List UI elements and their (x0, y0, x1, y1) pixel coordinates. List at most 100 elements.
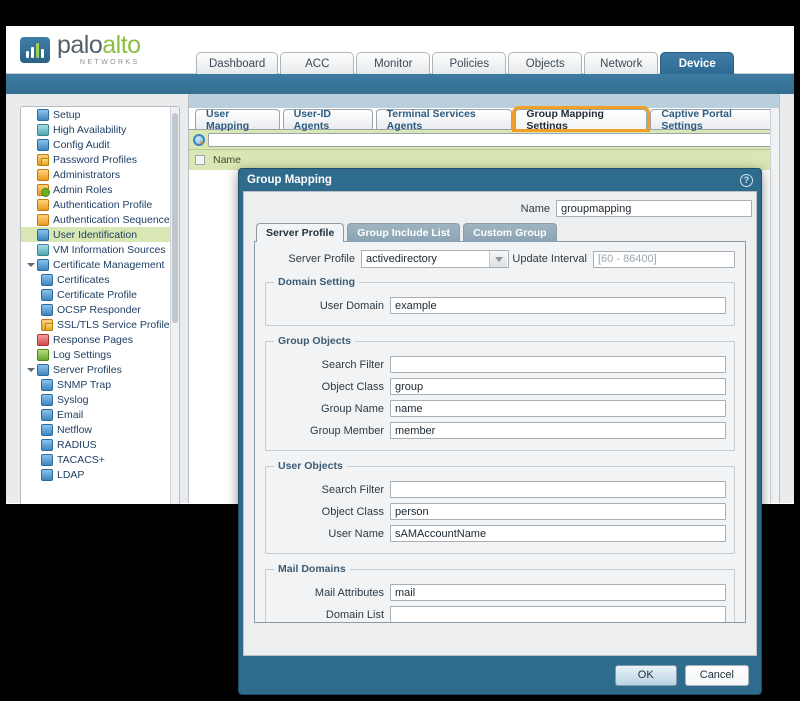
sidebar-item-certificates[interactable]: Certificates (21, 272, 179, 287)
certificate-icon (41, 273, 53, 286)
snmp-trap-icon (41, 378, 53, 391)
search-input[interactable] (208, 132, 775, 147)
sidebar-item-email[interactable]: Email (21, 407, 179, 422)
sidebar-item-label: Response Pages (53, 333, 133, 346)
sidebar-item-label: Setup (53, 108, 81, 121)
chevron-down-icon[interactable] (489, 251, 507, 267)
dialog-tab-server-profile[interactable]: Server Profile (256, 223, 345, 242)
sidebar-scrollbar-thumb[interactable] (172, 113, 178, 323)
sidebar-item-label: Authentication Sequence (53, 213, 170, 226)
sidebar-item-response-pages[interactable]: Response Pages (21, 332, 179, 347)
select-all-checkbox[interactable] (195, 155, 205, 165)
sidebar-item-config-audit[interactable]: Config Audit (21, 137, 179, 152)
sidebar-item-netflow[interactable]: Netflow (21, 422, 179, 437)
field-input-user-name[interactable]: sAMAccountName (390, 525, 726, 542)
config-audit-icon (37, 138, 49, 151)
help-icon[interactable]: ? (740, 173, 753, 187)
main-tab-policies[interactable]: Policies (432, 52, 507, 74)
chevron-down-icon[interactable] (27, 260, 36, 269)
main-tab-dashboard[interactable]: Dashboard (196, 52, 279, 74)
sidebar-item-ldap[interactable]: LDAP (21, 467, 179, 482)
sidebar-item-ssl-tls-service-profile[interactable]: SSL/TLS Service Profile (21, 317, 179, 332)
subtab-captive-portal-settings[interactable]: Captive Portal Settings (650, 108, 776, 132)
sidebar-item-ocsp-responder[interactable]: OCSP Responder (21, 302, 179, 317)
user-objects-group: User Objects Search Filter Object Class pe… (265, 460, 735, 554)
update-interval-input[interactable]: [60 - 86400] (593, 250, 735, 268)
sidebar-item-label: Admin Roles (53, 183, 113, 196)
sidebar-item-snmp-trap[interactable]: SNMP Trap (21, 377, 179, 392)
sidebar-scrollbar[interactable] (170, 107, 179, 504)
server-profile-select[interactable]: activedirectory (361, 250, 509, 268)
field-input-object-class[interactable]: person (390, 503, 726, 520)
field-input-mail-attributes[interactable]: mail (390, 584, 726, 601)
field-input-domain-list[interactable] (390, 606, 726, 622)
field-input-user-domain[interactable]: example (390, 297, 726, 314)
sidebar-item-label: Syslog (57, 393, 89, 406)
logo-mark-icon (20, 36, 50, 63)
sidebar-item-label: Config Audit (53, 138, 110, 151)
sidebar-item-password-profiles[interactable]: Password Profiles (21, 152, 179, 167)
field-row: Search Filter (272, 481, 726, 498)
sidebar-item-certificate-management[interactable]: Certificate Management (21, 257, 179, 272)
sidebar-item-authentication-sequence[interactable]: Authentication Sequence (21, 212, 179, 227)
sidebar-item-vm-information-sources[interactable]: VM Information Sources (21, 242, 179, 257)
sidebar-item-user-identification[interactable]: User Identification (21, 227, 179, 242)
field-row: Domain List (272, 606, 726, 622)
sidebar-item-setup[interactable]: Setup (21, 107, 179, 122)
name-label: Name (520, 202, 550, 215)
name-input[interactable]: groupmapping (556, 200, 752, 217)
sidebar-item-authentication-profile[interactable]: Authentication Profile (21, 197, 179, 212)
app-header: paloalto NETWORKS Dashboard ACC Monitor Pol… (6, 26, 794, 74)
main-tab-network[interactable]: Network (584, 52, 659, 74)
field-input-search-filter[interactable] (390, 356, 726, 373)
sidebar-item-server-profiles[interactable]: Server Profiles (21, 362, 179, 377)
subtab-group-mapping-settings[interactable]: Group Mapping Settings (512, 106, 651, 132)
sidebar-item-radius[interactable]: RADIUS (21, 437, 179, 452)
subtab-user-id-agents[interactable]: User-ID Agents (282, 108, 373, 132)
sidebar-item-label: Administrators (53, 168, 121, 181)
blue-divider-bar (6, 74, 794, 94)
sidebar-item-label: User Identification (53, 228, 138, 241)
logo-word-palo: palo (57, 31, 103, 59)
server-profile-row: Server Profile activedirectory Update In… (265, 250, 735, 268)
sidebar-item-high-availability[interactable]: High Availability (21, 122, 179, 137)
main-tab-device[interactable]: Device (660, 52, 735, 74)
chevron-down-icon[interactable] (27, 365, 36, 374)
main-tab-monitor[interactable]: Monitor (356, 52, 431, 74)
sidebar-item-admin-roles[interactable]: Admin Roles (21, 182, 179, 197)
dialog-tab-custom-group[interactable]: Custom Group (463, 223, 557, 242)
main-tab-acc[interactable]: ACC (280, 52, 355, 74)
sidebar-item-label: Netflow (57, 423, 93, 436)
subtab-terminal-services-agents[interactable]: Terminal Services Agents (375, 108, 513, 132)
sidebar-item-administrators[interactable]: Administrators (21, 167, 179, 182)
field-label: Domain List (325, 608, 384, 621)
content-scrollbar[interactable] (770, 108, 779, 503)
field-input-search-filter[interactable] (390, 481, 726, 498)
field-input-object-class[interactable]: group (390, 378, 726, 395)
server-profiles-icon (37, 363, 49, 376)
search-icon (193, 133, 205, 146)
cancel-button[interactable]: Cancel (684, 664, 749, 686)
sidebar-item-log-settings[interactable]: Log Settings (21, 347, 179, 362)
sidebar-item-tacacs-[interactable]: TACACS+ (21, 452, 179, 467)
authentication-sequence-icon (37, 213, 49, 226)
server-profile-panel: Server Profile activedirectory Update In… (254, 241, 746, 623)
dialog-title: Group Mapping (247, 174, 332, 186)
syslog-icon (41, 393, 53, 406)
ok-button[interactable]: OK (614, 664, 677, 686)
sidebar-item-label: Password Profiles (53, 153, 138, 166)
user-identification-icon (37, 228, 49, 241)
sidebar-item-syslog[interactable]: Syslog (21, 392, 179, 407)
field-input-group-member[interactable]: member (390, 422, 726, 439)
main-tab-objects[interactable]: Objects (508, 52, 583, 74)
table-header-row: Name (189, 150, 779, 170)
subtab-user-mapping[interactable]: User Mapping (195, 108, 280, 132)
dialog-tab-group-include-list[interactable]: Group Include List (347, 223, 461, 242)
field-input-group-name[interactable]: name (390, 400, 726, 417)
sidebar-item-certificate-profile[interactable]: Certificate Profile (21, 287, 179, 302)
